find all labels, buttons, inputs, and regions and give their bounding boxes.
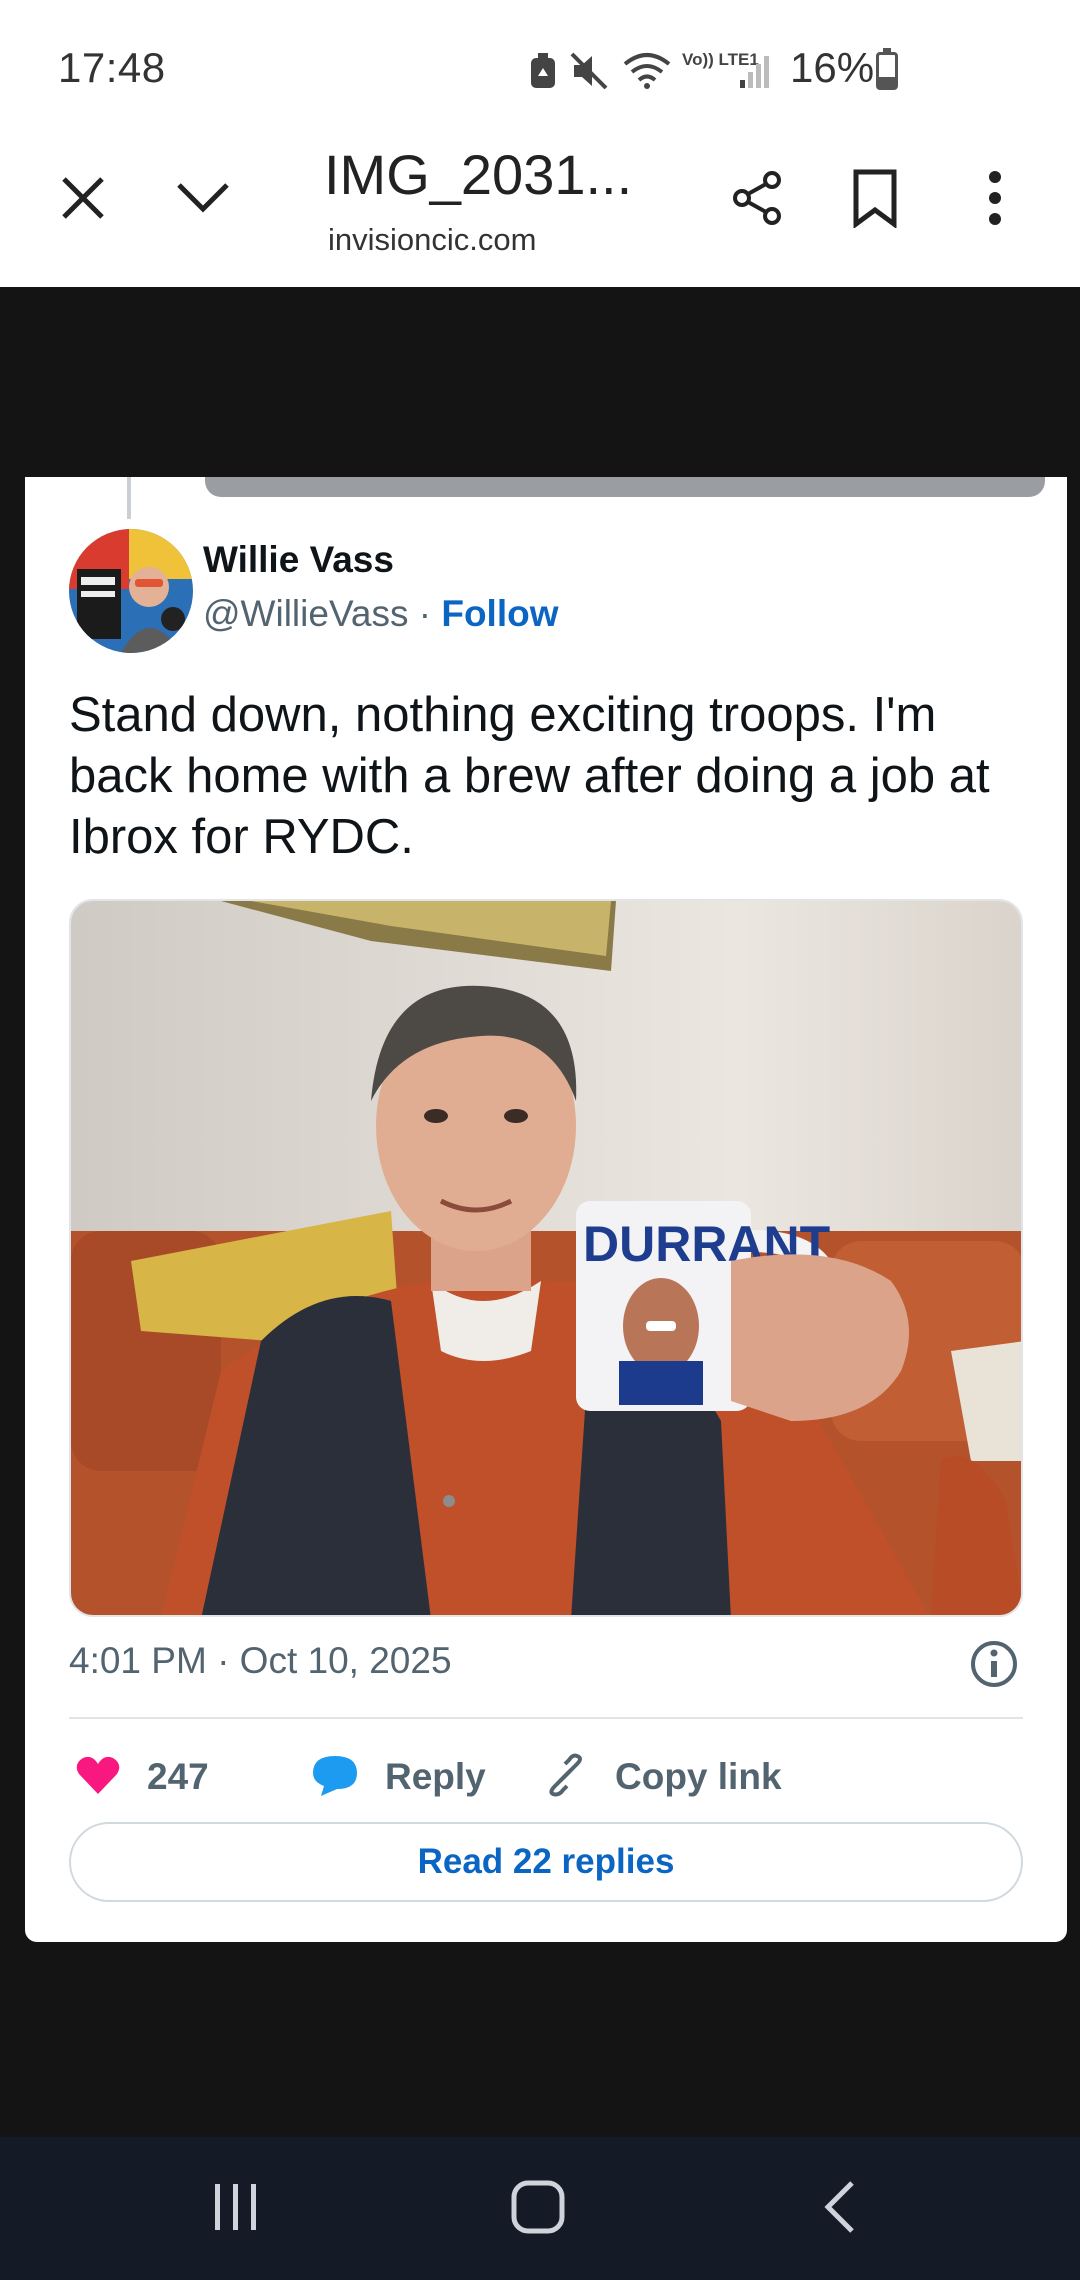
close-icon bbox=[60, 175, 106, 226]
heart-icon bbox=[75, 1754, 121, 1801]
tweet-actions: 247 Reply Copy link bbox=[69, 1747, 1029, 1807]
back-icon bbox=[822, 2179, 858, 2240]
thread-line bbox=[127, 477, 131, 519]
minimize-button[interactable] bbox=[158, 155, 248, 245]
copy-link-label: Copy link bbox=[615, 1756, 782, 1797]
wifi-icon bbox=[622, 52, 672, 95]
tweet-photo[interactable]: DURRANT bbox=[69, 899, 1023, 1617]
recents-icon bbox=[211, 2182, 261, 2237]
chevron-down-icon bbox=[175, 181, 231, 220]
browser-header: 17:48 Vo)) LTE1 16% IMG_2031... invision… bbox=[0, 0, 1080, 287]
like-count: 247 bbox=[147, 1756, 209, 1797]
back-button[interactable] bbox=[780, 2161, 900, 2257]
tweet-card: Willie Vass @WillieVass · Follow Stand d… bbox=[25, 477, 1067, 1942]
home-icon bbox=[510, 2179, 566, 2240]
bookmark-button[interactable] bbox=[830, 155, 920, 245]
separator-dot: · bbox=[418, 593, 432, 634]
image-viewer-background bbox=[0, 287, 1080, 477]
reply-button[interactable]: Reply bbox=[311, 1747, 486, 1807]
info-button[interactable] bbox=[969, 1639, 1019, 1689]
status-time: 17:48 bbox=[58, 44, 166, 91]
battery-charging-icon bbox=[876, 48, 898, 90]
more-vert-icon bbox=[985, 170, 1005, 231]
like-button[interactable]: 247 bbox=[75, 1747, 209, 1807]
copy-link-button[interactable]: Copy link bbox=[543, 1747, 782, 1807]
share-icon bbox=[727, 168, 787, 233]
info-icon bbox=[969, 1641, 1019, 1693]
link-icon bbox=[543, 1752, 589, 1803]
battery-saver-icon bbox=[528, 52, 558, 95]
recents-button[interactable] bbox=[176, 2161, 296, 2257]
page-title: IMG_2031... bbox=[324, 143, 633, 206]
home-button[interactable] bbox=[478, 2161, 598, 2257]
author-handle[interactable]: @WillieVass bbox=[203, 593, 408, 634]
reply-bubble-icon bbox=[311, 1753, 359, 1802]
more-options-button[interactable] bbox=[950, 155, 1040, 245]
mute-icon bbox=[570, 52, 610, 95]
avatar[interactable] bbox=[69, 529, 193, 653]
read-replies-button[interactable]: Read 22 replies bbox=[69, 1822, 1023, 1902]
tweet-timestamp[interactable]: 4:01 PM · Oct 10, 2025 bbox=[69, 1640, 452, 1682]
share-button[interactable] bbox=[712, 155, 802, 245]
handle-row: @WillieVass · Follow bbox=[203, 593, 559, 635]
bookmark-icon bbox=[852, 168, 898, 233]
reply-label: Reply bbox=[385, 1756, 486, 1797]
divider bbox=[69, 1717, 1023, 1719]
battery-percentage: 16% bbox=[790, 44, 875, 91]
signal-icon bbox=[738, 54, 774, 93]
close-button[interactable] bbox=[38, 155, 128, 245]
tweet-text: Stand down, nothing exciting troops. I'm… bbox=[69, 688, 990, 864]
page-url: invisioncic.com bbox=[328, 222, 537, 257]
previous-tweet-media bbox=[205, 477, 1045, 497]
author-name[interactable]: Willie Vass bbox=[203, 539, 394, 581]
system-navigation-bar bbox=[0, 2137, 1080, 2280]
follow-button[interactable]: Follow bbox=[441, 593, 558, 634]
